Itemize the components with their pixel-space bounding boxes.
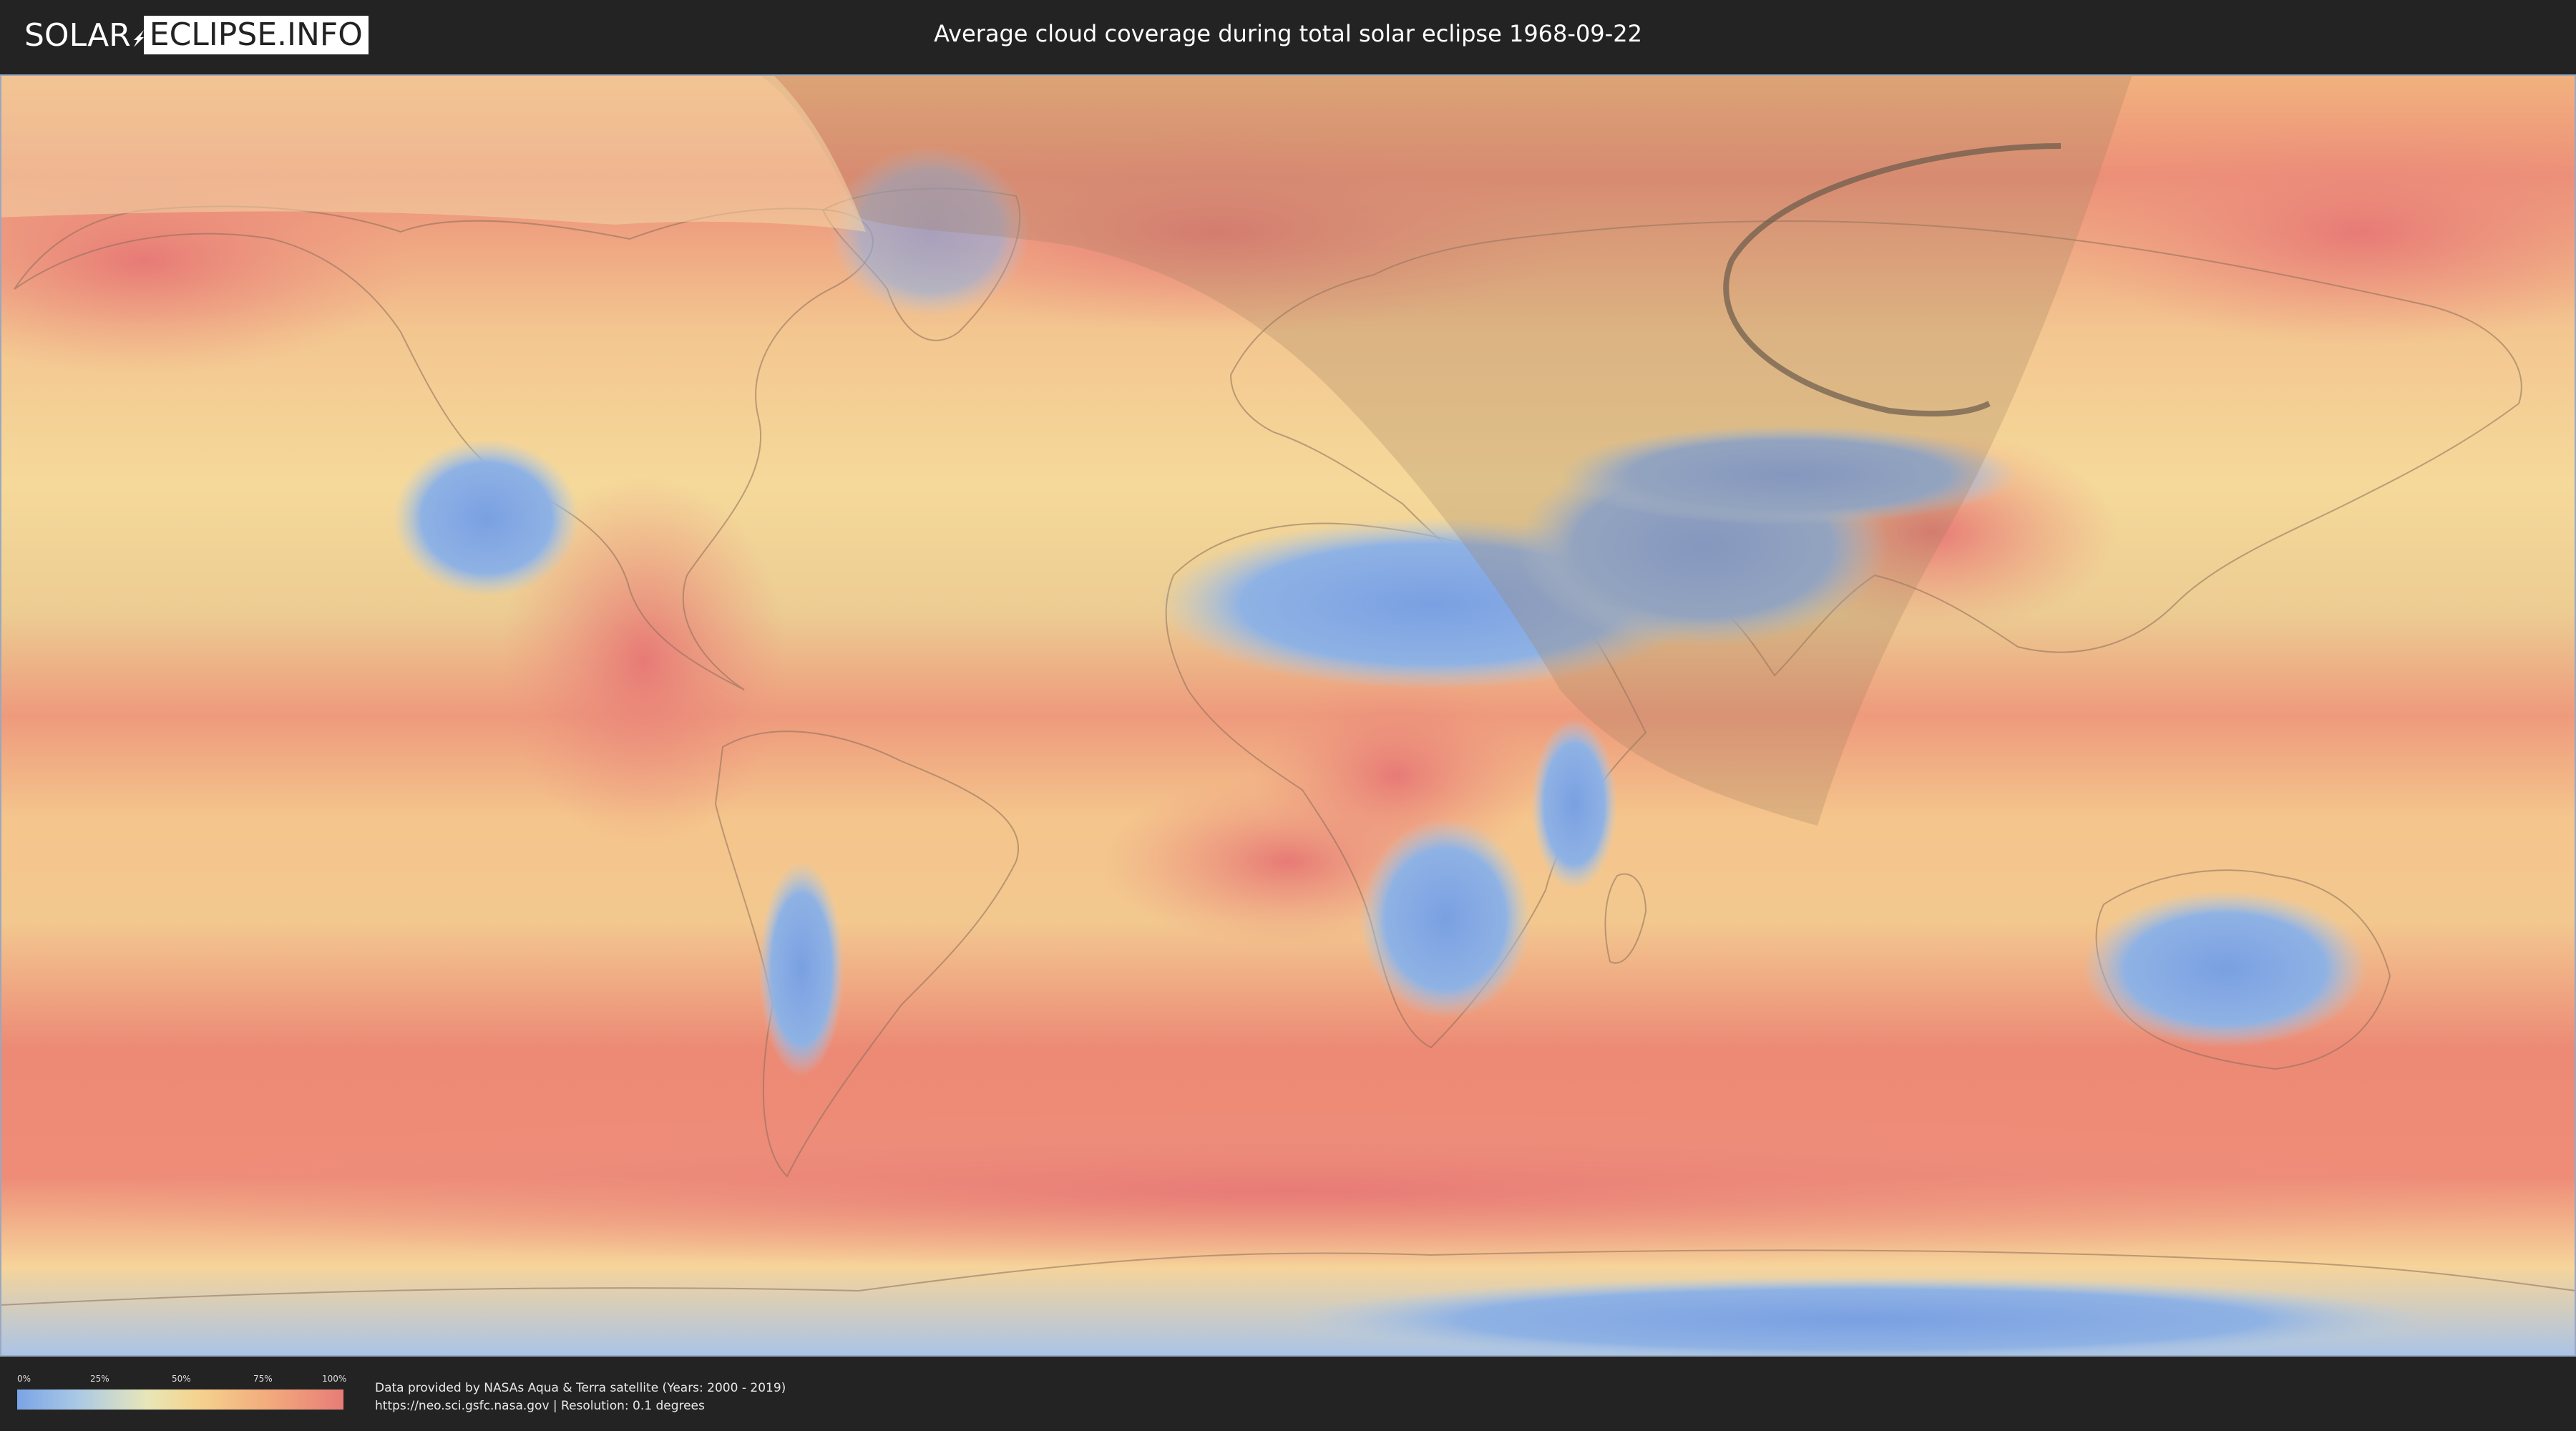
header-bar: SOLAR ECLIPSE.INFO Average cloud coverag… bbox=[0, 0, 2576, 72]
legend-tick-0: 0% bbox=[17, 1374, 31, 1384]
page-title: Average cloud coverage during total sola… bbox=[934, 20, 1642, 47]
atacama-clear-zone bbox=[758, 861, 844, 1076]
southern-africa-clear-zone bbox=[1360, 819, 1531, 1019]
credit-line-source: Data provided by NASAs Aqua & Terra sate… bbox=[375, 1381, 786, 1395]
east-africa-clear-zone bbox=[1531, 718, 1617, 890]
data-credits: Data provided by NASAs Aqua & Terra sate… bbox=[375, 1379, 786, 1415]
cloud-coverage-map[interactable] bbox=[0, 74, 2576, 1357]
legend-tick-25: 25% bbox=[90, 1374, 109, 1384]
world-map-svg bbox=[0, 74, 2576, 1357]
footer-bar: 0% 25% 50% 75% 100% Data provided by NAS… bbox=[0, 1358, 2576, 1431]
legend-color-bar bbox=[17, 1390, 343, 1410]
sw-united-states-clear-zone bbox=[394, 439, 580, 597]
daylight-region-west bbox=[0, 74, 866, 232]
cloud-coverage-legend: 0% 25% 50% 75% 100% bbox=[17, 1374, 347, 1414]
legend-tick-75: 75% bbox=[253, 1374, 273, 1384]
credit-line-url[interactable]: https://neo.sci.gsfc.nasa.gov | Resoluti… bbox=[375, 1397, 786, 1415]
legend-tick-100: 100% bbox=[322, 1374, 347, 1384]
legend-tick-50: 50% bbox=[172, 1374, 191, 1384]
